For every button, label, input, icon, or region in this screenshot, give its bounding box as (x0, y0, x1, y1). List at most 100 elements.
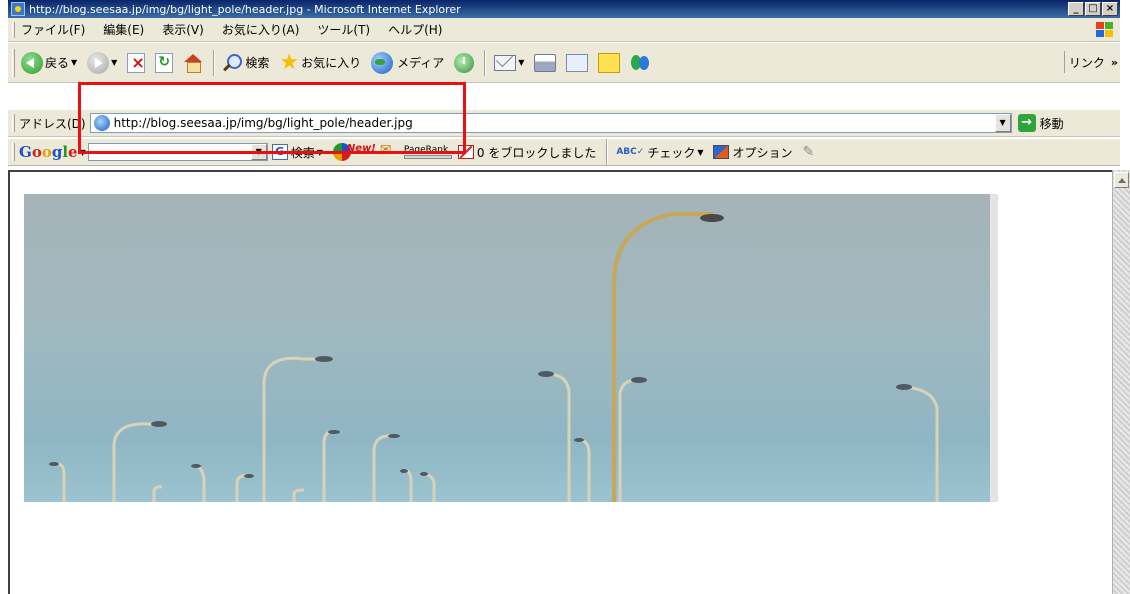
page-info-icon[interactable] (380, 142, 398, 160)
search-label: 検索 (245, 56, 270, 70)
light-pole-lamp (388, 434, 400, 438)
ie-icon (11, 2, 25, 16)
menu-bar: ファイル(F) 編集(E) 表示(V) お気に入り(A) ツール(T) ヘルプ(… (8, 18, 1120, 42)
address-label: アドレス(D) (19, 116, 86, 131)
toolbar-grip[interactable] (12, 48, 15, 77)
standard-toolbar: 戻る ▼ ▼ 検索 ★ お気に入り メディア ▼ リンク » (8, 43, 1120, 83)
search-button[interactable]: 検索 (223, 53, 270, 72)
google-separator (606, 139, 609, 165)
pagerank-bar (403, 155, 452, 159)
menu-file[interactable]: ファイル(F) (21, 21, 85, 38)
refresh-button[interactable] (155, 52, 174, 73)
menu-grip[interactable] (12, 21, 15, 38)
light-pole-lamp (631, 377, 647, 383)
mail-dropdown-icon[interactable]: ▼ (518, 58, 524, 67)
google-logo[interactable]: Google (19, 143, 78, 161)
scroll-up-button[interactable] (1114, 172, 1129, 188)
forward-button[interactable]: ▼ (87, 51, 117, 74)
print-button[interactable] (534, 53, 557, 72)
address-input[interactable] (113, 116, 974, 130)
messenger-button[interactable] (630, 53, 652, 73)
spell-check-button[interactable]: ABC✓ チェック ▼ (616, 144, 703, 161)
address-grip[interactable] (12, 114, 15, 132)
home-icon (183, 53, 203, 73)
menu-view[interactable]: 表示(V) (162, 21, 204, 38)
forward-arrow-icon (87, 51, 110, 74)
popup-blocker-icon (457, 145, 474, 159)
google-options-button[interactable]: オプション (713, 144, 793, 161)
google-search-field[interactable]: ▼ (87, 143, 268, 161)
light-pole-lamp (191, 464, 201, 468)
favorites-star-icon: ★ (279, 49, 300, 75)
back-label: 戻る (45, 56, 70, 70)
forward-dropdown-icon[interactable]: ▼ (111, 58, 117, 67)
history-button[interactable] (454, 52, 475, 73)
favorites-button[interactable]: ★ お気に入り (279, 49, 361, 75)
window-controls: _ □ × (1068, 2, 1118, 16)
back-dropdown-icon[interactable]: ▼ (71, 58, 77, 67)
edit-button[interactable] (566, 53, 589, 72)
menu-tools[interactable]: ツール(T) (317, 21, 370, 38)
google-logo-letter: o (31, 143, 42, 161)
links-bar[interactable]: リンク » (1063, 51, 1118, 73)
close-button[interactable]: × (1102, 2, 1118, 16)
new-badge-label: New! (346, 142, 376, 154)
go-arrow-icon: → (1017, 114, 1036, 132)
google-logo-letter: o (41, 143, 52, 161)
mail-button[interactable]: ▼ (494, 54, 524, 71)
edit-page-icon (566, 53, 589, 72)
media-button[interactable]: メディア (371, 51, 444, 74)
light-pole-lamp (400, 469, 408, 473)
spell-check-icon: ABC✓ (616, 147, 645, 157)
menu-help[interactable]: ヘルプ(H) (388, 21, 442, 38)
print-icon (534, 53, 557, 72)
address-field[interactable]: ▼ (89, 113, 1012, 133)
google-toolbar: Google ▼ ▼ G 検索 ▼ New! PageRank 0 をブロックし… (8, 139, 1120, 166)
vertical-scrollbar[interactable] (1112, 170, 1130, 594)
address-bar: アドレス(D) ▼ → 移動 (8, 110, 1120, 137)
popup-blocker-button[interactable]: 0 をブロックしました (457, 144, 596, 161)
google-search-button[interactable]: G 検索 ▼ (271, 144, 323, 161)
pagerank-indicator[interactable]: PageRank (403, 145, 452, 159)
google-search-input[interactable] (88, 144, 249, 160)
back-button[interactable]: 戻る ▼ (21, 51, 77, 74)
light-pole-lamp (538, 371, 554, 377)
highlight-pencil-icon[interactable]: ✎ (803, 144, 815, 160)
light-pole-lamp (315, 356, 333, 362)
windows-logo-icon (1094, 21, 1114, 39)
messenger-icon (630, 53, 652, 73)
google-logo-letter: g (51, 143, 63, 161)
check-dropdown-icon[interactable]: ▼ (697, 148, 703, 157)
notes-button[interactable] (598, 52, 621, 73)
go-label: 移動 (1039, 116, 1064, 131)
light-pole-lamp (328, 430, 340, 434)
minimize-button[interactable]: _ (1068, 2, 1084, 16)
go-button[interactable]: → 移動 (1017, 114, 1064, 132)
google-menu-dropdown-icon[interactable]: ▼ (80, 148, 86, 157)
light-pole-lamp (574, 438, 584, 442)
light-pole-lamp (151, 421, 167, 427)
google-grip[interactable] (12, 143, 15, 161)
menu-edit[interactable]: 編集(E) (103, 21, 144, 38)
google-search-dropdown-icon[interactable]: ▼ (250, 144, 267, 160)
google-new-button[interactable]: New! (332, 142, 376, 161)
maximize-button[interactable]: □ (1085, 2, 1101, 16)
light-pole-lamp (700, 214, 724, 222)
options-label: オプション (732, 145, 793, 160)
title-bar: http://blog.seesaa.jp/img/bg/light_pole/… (8, 0, 1120, 18)
google-search-dropdown-caret-icon[interactable]: ▼ (317, 148, 323, 157)
stop-button[interactable] (127, 52, 146, 73)
page-icon (93, 115, 110, 131)
google-logo-letter: G (19, 143, 32, 161)
image-edge (990, 194, 998, 502)
google-logo-letter: e (68, 143, 78, 161)
page-content (8, 170, 1112, 594)
window-title: http://blog.seesaa.jp/img/bg/light_pole/… (29, 2, 461, 16)
refresh-icon (155, 52, 174, 73)
address-dropdown-icon[interactable]: ▼ (994, 114, 1011, 132)
menu-favorites[interactable]: お気に入り(A) (222, 21, 300, 38)
google-search-label: 検索 (290, 145, 315, 160)
media-icon (371, 51, 394, 74)
home-button[interactable] (183, 53, 203, 73)
links-chevron-icon[interactable]: » (1111, 56, 1118, 69)
